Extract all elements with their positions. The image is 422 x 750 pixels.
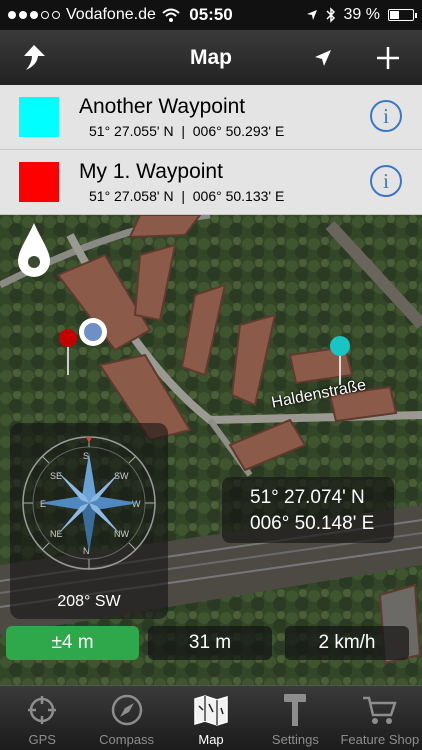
- cart-icon: [361, 692, 399, 728]
- tab-label: Settings: [271, 732, 319, 747]
- status-bar: Vodafone.de 05:50 39 %: [0, 0, 422, 30]
- info-icon[interactable]: i: [370, 100, 402, 132]
- carrier-name: Vodafone.de: [66, 6, 156, 23]
- tab-settings[interactable]: Settings: [253, 686, 337, 750]
- waypoint-color-swatch: [19, 162, 59, 202]
- compass-rose-icon: SN WE SWSE NWNE: [22, 436, 156, 570]
- tab-label: Feature Shop: [340, 732, 420, 747]
- current-latitude: 51° 27.074' N: [250, 487, 365, 508]
- tab-label: Compass: [99, 732, 155, 747]
- track-location-button[interactable]: [14, 221, 54, 279]
- waypoint-list: Another Waypoint 51° 27.055' N | 006° 50…: [0, 85, 422, 215]
- satellite-map[interactable]: Haldenstraße SN WE SW SE NW NE 208° SW 5…: [0, 215, 422, 685]
- crosshair-icon: [23, 692, 61, 728]
- svg-text:SE: SE: [50, 471, 62, 481]
- battery-percent: 39 %: [343, 6, 380, 23]
- altitude-readout: 31 m: [148, 626, 272, 660]
- tab-bar: GPS Compass Map Settings Feature Shop: [0, 685, 422, 750]
- mini-compass[interactable]: SN WE SW SE NW NE 208° SW: [10, 423, 168, 619]
- bluetooth-icon: [326, 7, 335, 23]
- battery-icon: [388, 9, 417, 21]
- info-icon[interactable]: i: [370, 165, 402, 197]
- location-arrow-icon[interactable]: [303, 38, 343, 78]
- svg-text:E: E: [40, 499, 46, 509]
- waypoint-row[interactable]: Another Waypoint 51° 27.055' N | 006° 50…: [0, 85, 422, 150]
- share-arrow-icon[interactable]: [14, 38, 54, 78]
- compass-heading: 208° SW: [57, 593, 121, 610]
- tab-gps[interactable]: GPS: [0, 686, 84, 750]
- page-title: Map: [190, 45, 232, 69]
- location-services-icon: [306, 10, 317, 20]
- carrier-info: Vodafone.de: [8, 6, 180, 24]
- svg-text:NE: NE: [50, 529, 63, 539]
- waypoint-color-swatch: [19, 97, 59, 137]
- current-longitude: 006° 50.148' E: [250, 513, 375, 534]
- tab-label: Map: [198, 732, 224, 747]
- accuracy-badge: ±4 m: [6, 626, 139, 660]
- map-icon: [192, 692, 230, 728]
- signal-strength-icon: [8, 11, 60, 19]
- tab-label: GPS: [28, 732, 56, 747]
- plus-icon: [377, 47, 399, 69]
- waypoint-pin-cyan[interactable]: [330, 336, 350, 356]
- add-waypoint-button[interactable]: [368, 38, 408, 78]
- hammer-icon: [276, 692, 314, 728]
- compass-icon: [108, 692, 146, 728]
- waypoint-pin-red[interactable]: [59, 329, 77, 347]
- waypoint-row[interactable]: My 1. Waypoint 51° 27.058' N | 006° 50.1…: [0, 150, 422, 215]
- location-drop-icon: [18, 223, 50, 277]
- speed-readout: 2 km/h: [285, 626, 409, 660]
- current-coordinates: 51° 27.074' N 006° 50.148' E: [222, 477, 394, 543]
- navigation-bar: Map: [0, 30, 422, 85]
- tab-map[interactable]: Map: [169, 686, 253, 750]
- wifi-icon: [162, 8, 180, 22]
- tab-compass[interactable]: Compass: [84, 686, 168, 750]
- tab-feature-shop[interactable]: Feature Shop: [338, 686, 422, 750]
- svg-text:W: W: [132, 499, 141, 509]
